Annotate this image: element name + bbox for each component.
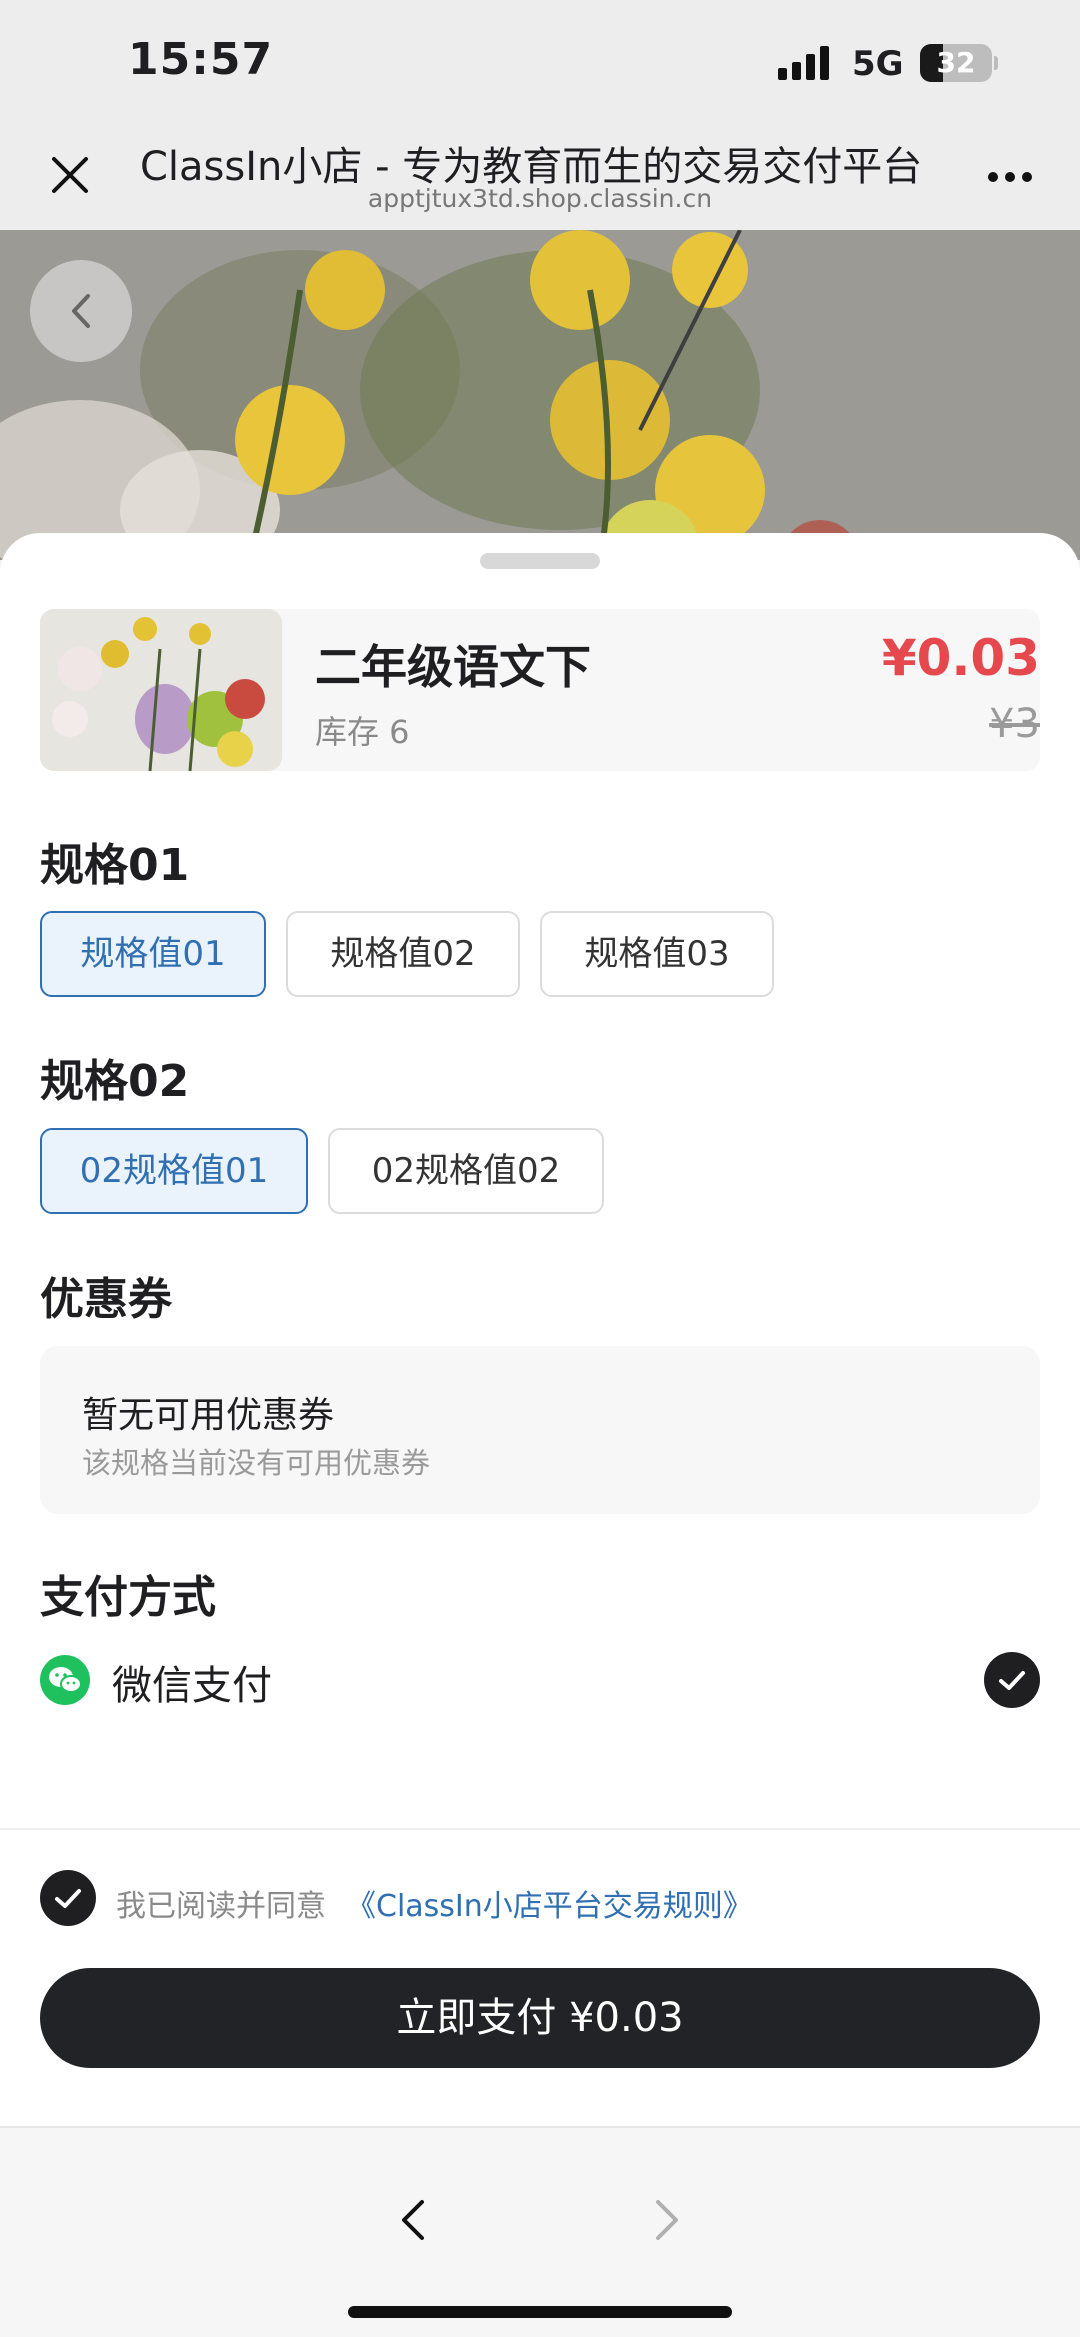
sheet-grabber[interactable]: [480, 553, 600, 569]
spec1-title: 规格01: [40, 840, 190, 891]
home-indicator[interactable]: [348, 2306, 732, 2318]
product-card: 二年级语文下 库存 6 ¥0.03 ¥3: [40, 609, 1040, 771]
back-button[interactable]: [30, 260, 132, 362]
spec2-option-2[interactable]: 02规格值02: [328, 1128, 604, 1214]
divider: [0, 1828, 1080, 1830]
purchase-sheet: 二年级语文下 库存 6 ¥0.03 ¥3 规格01 规格值01 规格值02 规格…: [0, 533, 1080, 2337]
spec1-option-3[interactable]: 规格值03: [540, 911, 774, 997]
coupon-empty-text: 暂无可用优惠券: [82, 1395, 335, 1436]
browser-toolbar: [0, 2126, 1080, 2337]
status-time: 15:57: [128, 34, 274, 85]
product-price: ¥0.03: [881, 629, 1040, 687]
signal-icon: [778, 46, 834, 80]
more-icon[interactable]: [980, 160, 1040, 190]
spec1-option-1[interactable]: 规格值01: [40, 911, 266, 997]
network-type: 5G: [852, 44, 904, 84]
pay-now-button[interactable]: 立即支付 ¥0.03: [40, 1968, 1040, 2068]
agreement-checkbox[interactable]: [40, 1870, 96, 1926]
spec2-option-1[interactable]: 02规格值01: [40, 1128, 308, 1214]
product-stock: 库存 6: [315, 713, 410, 751]
chevron-left-icon[interactable]: [388, 2180, 438, 2260]
wechat-pay-icon: [40, 1655, 90, 1705]
chevron-left-icon: [72, 294, 90, 328]
spec2-title: 规格02: [40, 1056, 190, 1107]
agreement-link[interactable]: 《ClassIn小店平台交易规则》: [346, 1881, 753, 1925]
page-url: apptjtux3td.shop.classin.cn: [367, 184, 713, 213]
status-bar: 15:57 5G 32: [0, 0, 1080, 120]
coupon-box: 暂无可用优惠券 该规格当前没有可用优惠券: [40, 1346, 1040, 1514]
battery-tip: [994, 56, 998, 70]
payment-title: 支付方式: [40, 1572, 216, 1623]
browser-navbar: ClassIn小店 - 专为教育而生的交易交付平台 apptjtux3td.sh…: [0, 120, 1080, 230]
payment-check-icon[interactable]: [984, 1652, 1040, 1708]
chevron-right-icon[interactable]: [642, 2180, 692, 2260]
coupon-empty-subtext: 该规格当前没有可用优惠券: [82, 1446, 431, 1480]
product-hero-image: [0, 230, 1080, 560]
payment-method-label[interactable]: 微信支付: [112, 1653, 272, 1711]
product-original-price: ¥3: [989, 701, 1040, 747]
check-icon: [55, 1889, 81, 1908]
spec1-option-2[interactable]: 规格值02: [286, 911, 520, 997]
battery-level: 32: [936, 46, 976, 79]
product-name: 二年级语文下: [315, 640, 591, 694]
battery-icon: 32: [920, 44, 992, 82]
coupon-title: 优惠券: [40, 1274, 172, 1325]
product-thumbnail: [40, 609, 282, 771]
agreement-text: 我已阅读并同意: [116, 1889, 326, 1924]
